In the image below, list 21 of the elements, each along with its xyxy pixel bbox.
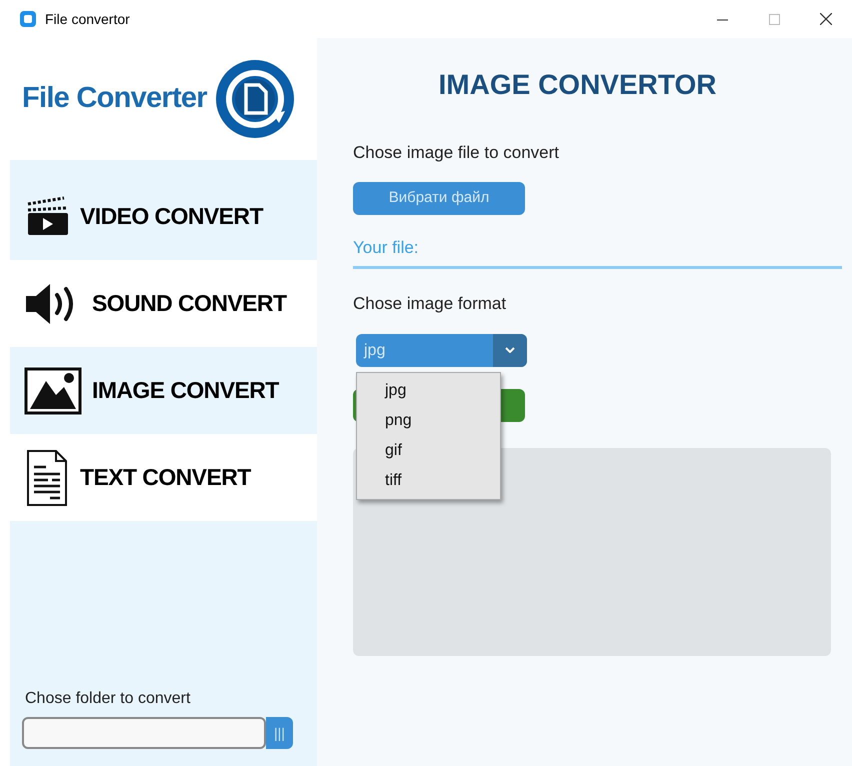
page-title: IMAGE CONVERTOR [438,68,716,102]
file-label: Chose image file to convert [353,142,560,164]
sidebar-item[interactable]: SOUND CONVERT [10,260,317,347]
format-label: Chose image format [353,293,508,315]
sidebar-item[interactable]: TEXT CONVERT [10,434,317,521]
close-icon [820,13,832,25]
window-title: File convertor [45,10,130,28]
maximize-icon [768,14,780,24]
image-icon [24,366,82,414]
logo-text: File Converter [22,81,207,116]
logo-icon [214,59,295,139]
dropdown-option[interactable]: png [357,406,500,436]
document-icon [24,448,70,506]
folder-label: Chose folder to convert [25,689,192,709]
dropdown-option[interactable]: tiff [357,466,500,496]
chevron-down-icon [505,347,515,353]
app-icon [19,10,37,28]
folder-field[interactable] [22,717,266,749]
file-name-label: Your file: [353,234,842,269]
dropdown-option[interactable]: jpg [357,376,500,406]
dropdown-option[interactable]: gif [357,436,500,466]
